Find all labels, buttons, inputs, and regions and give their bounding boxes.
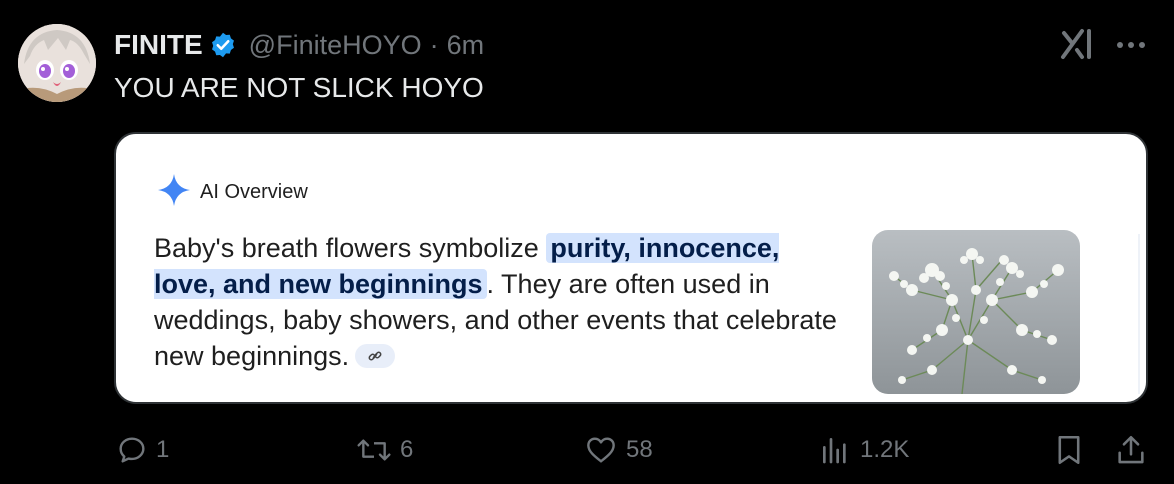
ai-overview-header: AI Overview (156, 172, 308, 213)
handle[interactable]: @FiniteHOYO (249, 30, 422, 61)
like-count: 58 (626, 436, 653, 463)
views-button[interactable]: 1.2K (818, 428, 909, 472)
bookmark-button[interactable] (1052, 428, 1086, 472)
reply-button[interactable]: 1 (116, 428, 169, 472)
more-icon[interactable] (1114, 36, 1148, 54)
card-edge-divider (1138, 234, 1140, 394)
avatar-image (18, 24, 96, 102)
ai-text-before: Baby's breath flowers symbolize (154, 233, 547, 263)
repost-count: 6 (400, 436, 414, 463)
tweet-media-card[interactable]: AI Overview Baby's breath flowers symbol… (114, 132, 1148, 404)
reply-count: 1 (156, 436, 170, 463)
link-icon (368, 351, 382, 361)
repost-icon (357, 439, 391, 461)
views-count: 1.2K (860, 436, 910, 463)
share-icon (1118, 435, 1144, 464)
timestamp[interactable]: 6m (447, 30, 485, 61)
avatar[interactable] (18, 24, 96, 102)
display-name[interactable]: FINITE (114, 29, 203, 61)
repost-button[interactable]: 6 (356, 428, 413, 472)
grok-icon[interactable] (1060, 28, 1094, 60)
action-bar: 1 6 58 1.2K (0, 428, 1174, 472)
separator-dot: · (429, 29, 439, 60)
bookmark-icon (1058, 435, 1080, 465)
ai-overview-text: Baby's breath flowers symbolize purity, … (154, 230, 844, 374)
tweet-header: FINITE @FiniteHOYO · 6m (114, 28, 484, 62)
ai-overview-label: AI Overview (200, 181, 308, 203)
tweet-text: YOU ARE NOT SLICK HOYO (114, 72, 484, 103)
link-chip[interactable] (355, 343, 396, 368)
sparkle-icon (156, 172, 192, 213)
reply-icon (119, 437, 145, 463)
views-icon (823, 438, 846, 464)
flower-image (872, 230, 1080, 394)
like-icon (587, 437, 615, 463)
verified-badge-icon (209, 31, 237, 59)
like-button[interactable]: 58 (584, 428, 653, 472)
share-button[interactable] (1114, 428, 1148, 472)
